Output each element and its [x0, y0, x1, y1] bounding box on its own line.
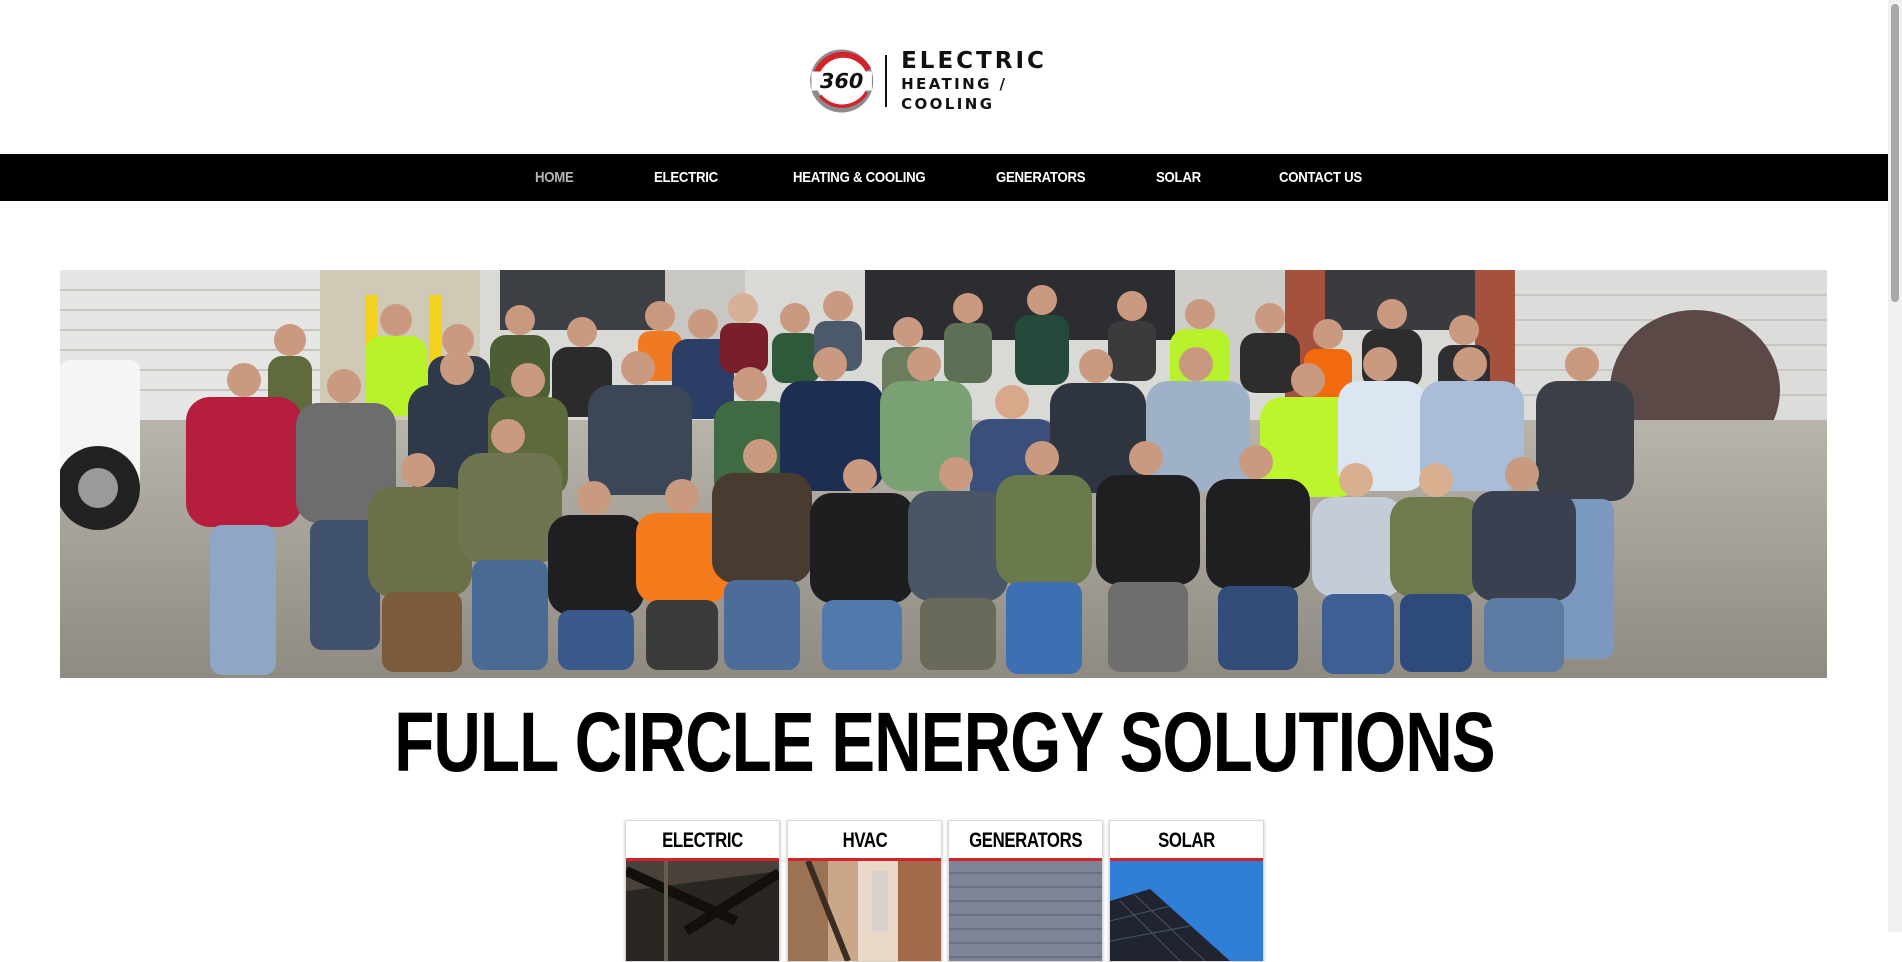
logo-line-electric: ELECTRIC [901, 48, 1047, 74]
nav-heating-cooling[interactable]: HEATING & COOLING [793, 154, 926, 201]
service-card-solar[interactable]: SOLAR [1109, 820, 1264, 962]
site-logo[interactable]: 360 ELECTRIC HEATING / COOLING [808, 42, 1080, 120]
page-scrollbar[interactable] [1888, 0, 1902, 932]
site-header: 360 ELECTRIC HEATING / COOLING [0, 0, 1888, 154]
team-photo-illustration [60, 270, 1827, 678]
service-card-generators[interactable]: GENERATORS [948, 820, 1103, 962]
service-card-label: ELECTRIC [662, 829, 743, 852]
scrollbar-thumb[interactable] [1891, 4, 1899, 302]
nav-home[interactable]: HOME [535, 154, 574, 201]
service-card-label: SOLAR [1158, 829, 1215, 852]
page-heading-text: FULL CIRCLE ENERGY SOLUTIONS [393, 695, 1495, 789]
service-card-electric[interactable]: ELECTRIC [625, 820, 780, 962]
hvac-image [788, 859, 941, 961]
logo-360-mark: 360 [810, 49, 874, 113]
solar-image [1110, 861, 1263, 961]
page-heading: FULL CIRCLE ENERGY SOLUTIONS [0, 692, 1888, 792]
logo-line-heating-cooling: HEATING / COOLING [901, 75, 1008, 113]
electric-image [626, 861, 779, 961]
logo-wordmark: ELECTRIC HEATING / COOLING [901, 48, 1080, 114]
nav-contact-us[interactable]: CONTACT US [1279, 154, 1362, 201]
generators-image [949, 861, 1102, 961]
service-card-label: GENERATORS [969, 829, 1082, 852]
service-card-label: HVAC [842, 829, 887, 852]
logo-divider [885, 55, 888, 107]
nav-electric[interactable]: ELECTRIC [654, 154, 718, 201]
main-nav: HOME ELECTRIC HEATING & COOLING GENERATO… [0, 154, 1888, 201]
nav-generators[interactable]: GENERATORS [996, 154, 1086, 201]
hero-team-photo [60, 270, 1827, 678]
service-card-hvac[interactable]: HVAC [787, 820, 942, 962]
nav-solar[interactable]: SOLAR [1156, 154, 1201, 201]
logo-mark-text: 360 [820, 69, 863, 93]
